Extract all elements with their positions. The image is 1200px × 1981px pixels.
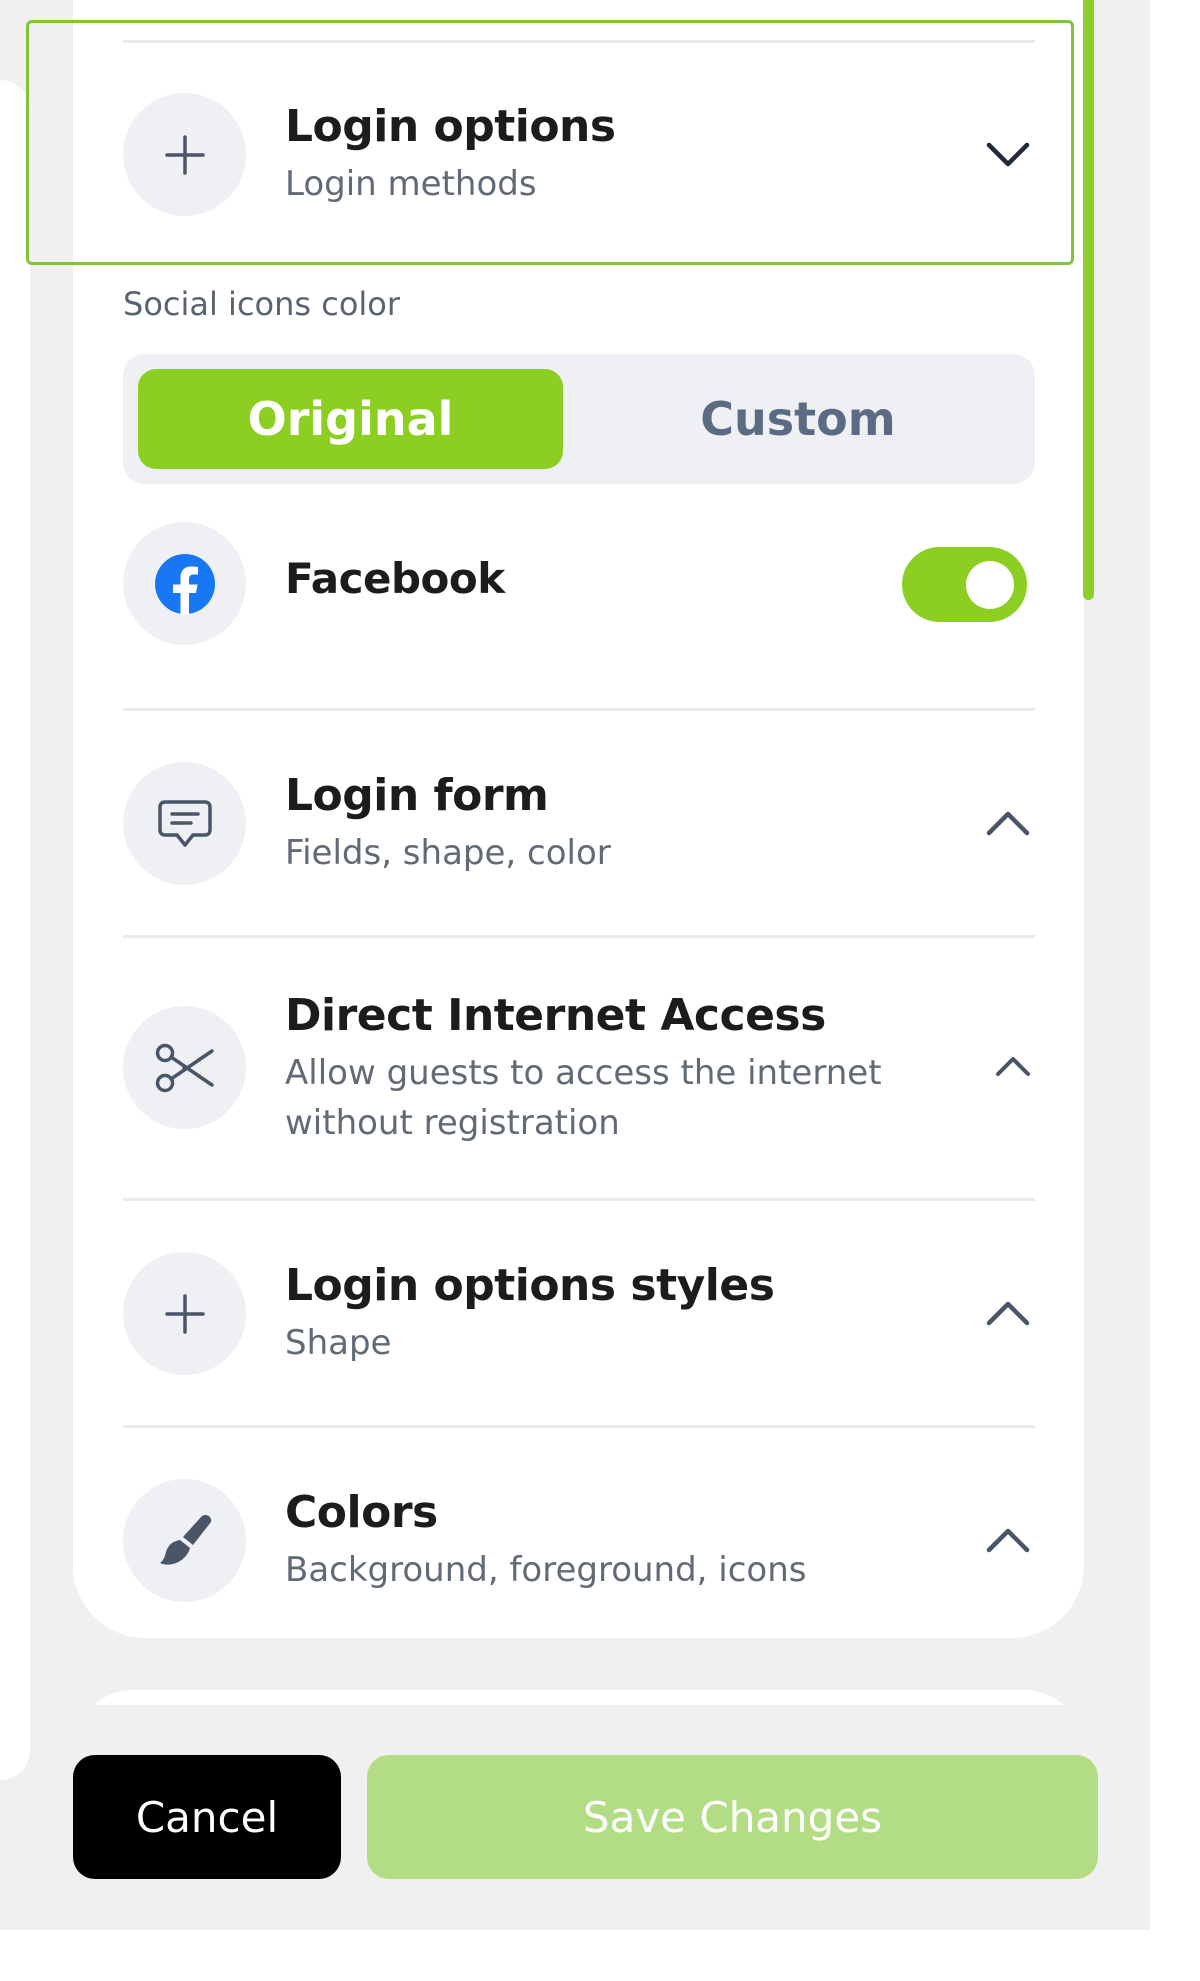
save-changes-button[interactable]: Save Changes — [367, 1755, 1098, 1879]
cancel-button[interactable]: Cancel — [73, 1755, 341, 1879]
chevron-up-icon[interactable] — [985, 1525, 1031, 1555]
social-icons-color-label: Social icons color — [123, 285, 401, 323]
section-title: Direct Internet Access — [285, 990, 826, 1041]
scrollbar-thumb[interactable] — [1083, 0, 1094, 600]
section-colors[interactable]: Colors Background, foreground, icons — [123, 1479, 1035, 1602]
section-title: Colors — [285, 1487, 438, 1538]
divider — [123, 935, 1035, 938]
plus-icon — [123, 1252, 246, 1375]
chevron-up-icon[interactable] — [995, 1054, 1031, 1078]
section-subtitle: Fields, shape, color — [285, 833, 611, 873]
section-title: Login form — [285, 770, 549, 821]
provider-facebook: Facebook — [123, 522, 1035, 645]
section-login-options-styles[interactable]: Login options styles Shape — [123, 1252, 1035, 1375]
section-direct-internet-access[interactable]: Direct Internet Access Allow guests to a… — [123, 990, 1035, 1143]
background-strip-bottom — [0, 1930, 1200, 1981]
section-subtitle: Background, foreground, icons — [285, 1550, 807, 1590]
section-title: Login options — [285, 101, 616, 152]
facebook-icon — [123, 522, 246, 645]
section-login-options[interactable]: Login options Login methods — [123, 93, 1035, 216]
divider — [123, 708, 1035, 711]
chevron-down-icon[interactable] — [985, 139, 1031, 169]
section-subtitle: Shape — [285, 1323, 392, 1363]
toggle-knob — [966, 561, 1014, 609]
option-custom[interactable]: Custom — [578, 369, 1018, 469]
plus-icon — [123, 93, 246, 216]
chevron-up-icon[interactable] — [985, 808, 1031, 838]
option-original[interactable]: Original — [138, 369, 563, 469]
background-card — [0, 80, 30, 1780]
scissors-icon — [123, 1006, 246, 1129]
divider — [123, 1425, 1035, 1428]
divider — [123, 1198, 1035, 1201]
section-subtitle-line2: without registration — [285, 1103, 620, 1143]
background-strip-right — [1150, 0, 1200, 1981]
chevron-up-icon[interactable] — [985, 1298, 1031, 1328]
section-login-form[interactable]: Login form Fields, shape, color — [123, 762, 1035, 885]
social-icons-color-switch: Original Custom — [123, 354, 1035, 484]
section-subtitle-line1: Allow guests to access the internet — [285, 1053, 882, 1093]
provider-name: Facebook — [285, 554, 505, 603]
section-title: Login options styles — [285, 1260, 775, 1311]
brush-icon — [123, 1479, 246, 1602]
facebook-toggle[interactable] — [902, 547, 1027, 622]
chat-icon — [123, 762, 246, 885]
section-subtitle: Login methods — [285, 164, 537, 204]
